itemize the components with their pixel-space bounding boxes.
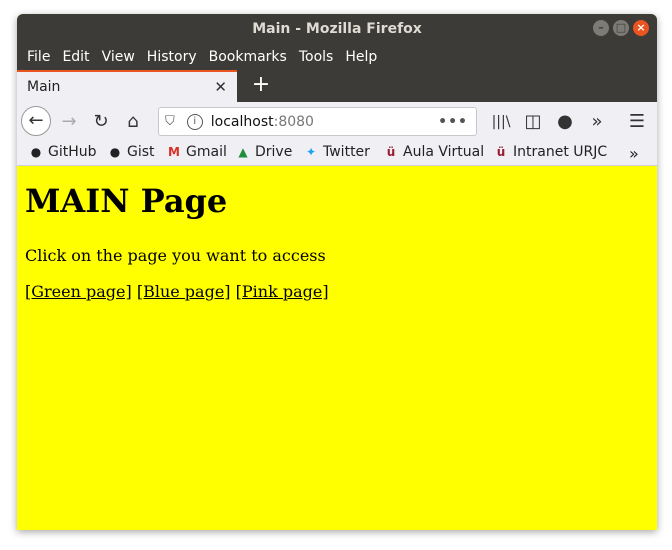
menu-bookmarks[interactable]: Bookmarks	[209, 49, 287, 65]
menu-view[interactable]: View	[102, 49, 135, 65]
page-intro: Click on the page you want to access	[25, 246, 326, 265]
bookmark-gist[interactable]: ● Gist	[108, 144, 155, 160]
link-green-page[interactable]: [Green page]	[25, 282, 132, 301]
bookmark-label: GitHub	[48, 144, 97, 160]
drive-icon: ▲	[238, 145, 248, 159]
github-icon: ●	[30, 145, 42, 159]
urjc-icon: ü	[496, 145, 506, 159]
gmail-icon: M	[168, 145, 180, 159]
reload-icon[interactable]: ↻	[89, 110, 113, 134]
menu-edit[interactable]: Edit	[62, 49, 89, 65]
bookmark-github[interactable]: ● GitHub	[29, 144, 97, 160]
window-controls: – □ ×	[593, 20, 649, 36]
bookmark-aula-virtual[interactable]: ü Aula Virtual	[384, 144, 484, 160]
bookmark-gmail[interactable]: M Gmail	[167, 144, 227, 160]
browser-window: Main - Mozilla Firefox – □ × File Edit V…	[17, 14, 657, 530]
bookmark-drive[interactable]: ▲ Drive	[236, 144, 292, 160]
bookmark-label: Gmail	[186, 144, 227, 160]
bookmark-label: Aula Virtual	[403, 144, 485, 160]
minimize-icon[interactable]: –	[593, 20, 609, 36]
bookmarks-toolbar: ● GitHub ● Gist M Gmail ▲ Drive ✦ Twitte…	[17, 142, 657, 166]
tab-strip: Main ✕ +	[17, 70, 657, 102]
url-bar[interactable]: ⛉ i localhost:8080 •••	[158, 107, 477, 136]
page-heading: MAIN Page	[25, 182, 228, 220]
library-icon[interactable]: |||\	[489, 110, 513, 134]
page-actions-icon[interactable]: •••	[438, 114, 468, 130]
bookmark-label: Drive	[255, 144, 293, 160]
tab-main[interactable]: Main ✕	[17, 70, 237, 102]
bookmark-twitter[interactable]: ✦ Twitter	[304, 144, 370, 160]
bookmarks-overflow-chevron-icon[interactable]: »	[629, 144, 639, 163]
home-icon[interactable]: ⌂	[121, 110, 145, 134]
tab-label: Main	[27, 79, 61, 95]
twitter-icon: ✦	[305, 145, 317, 159]
menu-help[interactable]: Help	[345, 49, 377, 65]
tab-close-icon[interactable]: ✕	[214, 78, 227, 96]
github-icon: ●	[109, 145, 121, 159]
link-blue-page[interactable]: [Blue page]	[137, 282, 231, 301]
bookmark-intranet-urjc[interactable]: ü Intranet URJC	[494, 144, 607, 160]
url-port: :8080	[273, 113, 314, 130]
hamburger-menu-icon[interactable]: ☰	[625, 110, 649, 134]
sidebar-icon[interactable]: ◫	[521, 110, 545, 134]
maximize-icon[interactable]: □	[613, 20, 629, 36]
site-info-icon[interactable]: i	[186, 113, 203, 130]
page-links: [Green page] [Blue page] [Pink page]	[25, 282, 329, 301]
forward-arrow-icon[interactable]: →	[57, 110, 81, 134]
bookmark-label: Twitter	[323, 144, 370, 160]
menu-tools[interactable]: Tools	[299, 49, 334, 65]
url-host: localhost	[210, 113, 274, 130]
menu-bar: File Edit View History Bookmarks Tools H…	[17, 43, 657, 70]
back-arrow-icon[interactable]: ←	[21, 106, 51, 136]
title-bar: Main - Mozilla Firefox – □ ×	[17, 14, 657, 43]
menu-history[interactable]: History	[147, 49, 197, 65]
urjc-icon: ü	[386, 145, 396, 159]
window-title: Main - Mozilla Firefox	[252, 20, 422, 37]
close-icon[interactable]: ×	[633, 20, 649, 36]
overflow-chevron-icon[interactable]: »	[585, 110, 609, 134]
bookmark-label: Intranet URJC	[513, 144, 608, 160]
navigation-toolbar: ← → ↻ ⌂ ⛉ i localhost:8080 ••• |||\ ◫ ● …	[17, 102, 657, 142]
menu-file[interactable]: File	[27, 49, 50, 65]
account-icon[interactable]: ●	[553, 110, 577, 134]
tracking-shield-icon[interactable]: ⛉	[165, 114, 175, 129]
link-pink-page[interactable]: [Pink page]	[236, 282, 329, 301]
page-content: MAIN Page Click on the page you want to …	[17, 166, 657, 530]
new-tab-icon[interactable]: +	[249, 74, 273, 98]
bookmark-label: Gist	[127, 144, 155, 160]
